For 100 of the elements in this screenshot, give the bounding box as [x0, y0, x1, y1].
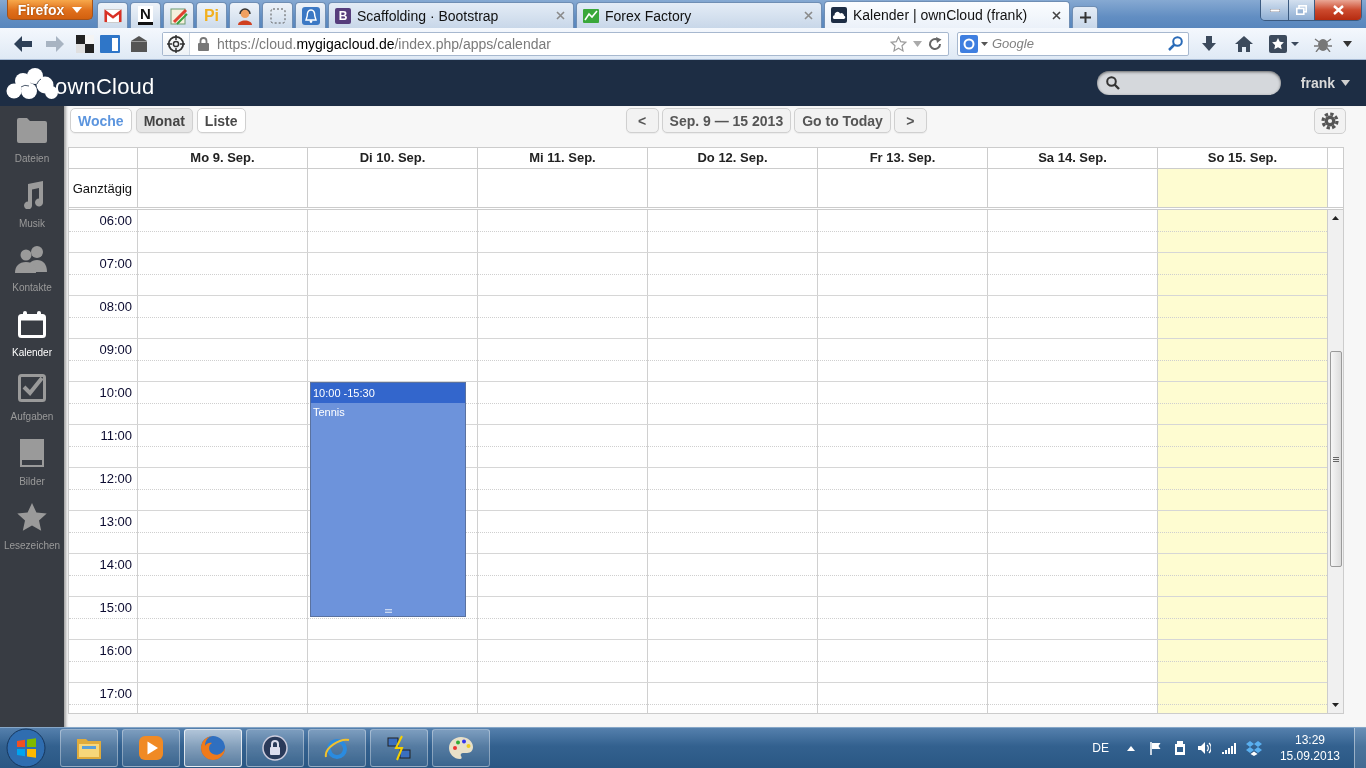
taskbar-button[interactable] [60, 729, 118, 767]
day-header: Do 12. Sep. [647, 148, 817, 168]
download-icon[interactable] [1201, 35, 1217, 52]
sidebar-item[interactable]: Kalender [0, 299, 64, 364]
grip-lines-icon [1332, 456, 1339, 462]
bookmarks-menu-icon[interactable] [1269, 34, 1299, 53]
new-tab-button[interactable] [1072, 6, 1098, 28]
day-header: Sa 14. Sep. [987, 148, 1157, 168]
clock-date[interactable]: 15.09.2013 [1279, 748, 1340, 764]
view-button[interactable]: Liste [196, 108, 246, 133]
minimize-icon [1269, 8, 1280, 12]
pinned-tab[interactable] [295, 2, 326, 28]
globe-icon [200, 735, 226, 761]
day-header: Fr 13. Sep. [817, 148, 987, 168]
restore-icon [1296, 5, 1307, 15]
time-label: 16:00 [99, 643, 132, 658]
time-label: 10:00 [99, 385, 132, 400]
url-field[interactable]: https://cloud.mygigacloud.de/index.php/apps/calendar [162, 31, 949, 56]
browser-tab[interactable]: Forex Factory [576, 2, 822, 28]
picture-icon [20, 438, 44, 467]
back-icon[interactable] [14, 35, 32, 52]
sidebar-item[interactable]: Bilder [0, 428, 64, 493]
close-button[interactable] [1314, 0, 1361, 20]
event-title: Tennis [312, 405, 346, 418]
sidebar-item[interactable]: Lesezeichen [0, 493, 64, 558]
go-to-today-button[interactable]: Go to Today [794, 108, 891, 133]
show-desktop-button[interactable] [1354, 728, 1366, 768]
cloud-icon [831, 7, 847, 23]
search-icon[interactable] [1168, 35, 1183, 51]
pinned-tab[interactable] [262, 2, 293, 28]
speaker-icon[interactable] [1197, 742, 1211, 754]
calendar-icon [18, 309, 46, 338]
resize-grip-icon[interactable] [385, 609, 392, 613]
palette-icon [448, 736, 474, 760]
folder-icon [17, 117, 47, 143]
clock-time[interactable]: 13:29 [1294, 732, 1325, 748]
taskbar-button[interactable] [246, 729, 304, 767]
time-label: 11:00 [100, 428, 132, 443]
cloud-logo-icon [6, 67, 58, 99]
pinned-tab[interactable] [163, 2, 194, 28]
lock-icon [198, 36, 209, 51]
event-time: 10:00 -15:30 [311, 383, 465, 403]
sidebar-item[interactable]: Musik [0, 170, 64, 235]
dropdown-icon[interactable] [1343, 40, 1352, 47]
scroll-down-arrow-icon[interactable] [1332, 703, 1339, 707]
start-orb-icon[interactable] [6, 728, 46, 768]
pinned-tab[interactable] [97, 2, 128, 28]
close-icon [1332, 5, 1344, 15]
date-range-button[interactable]: Sep. 9 — 15 2013 [661, 108, 792, 133]
scrollbar-thumb[interactable] [1329, 351, 1342, 567]
previous-week-button[interactable]: < [625, 108, 659, 133]
user-menu[interactable]: frank [1300, 75, 1350, 91]
day-header: Mo 9. Sep. [137, 148, 307, 168]
sidebar-item[interactable]: Kontakte [0, 235, 64, 300]
taskbar-button[interactable] [432, 729, 490, 767]
sidebar-item[interactable]: Aufgaben [0, 364, 64, 429]
view-button[interactable]: Monat [135, 108, 193, 133]
person-icon [235, 6, 254, 25]
folder-icon [76, 736, 102, 760]
close-icon[interactable] [1052, 10, 1061, 20]
taskbar-button[interactable] [184, 729, 242, 767]
flag-icon[interactable] [1149, 741, 1161, 755]
box-icon[interactable] [130, 34, 148, 53]
crosshair-icon[interactable] [167, 34, 185, 53]
taskbar-button[interactable] [122, 729, 180, 767]
search-field[interactable]: Google [957, 31, 1189, 56]
time-label: 17:00 [99, 686, 132, 701]
browser-tab[interactable]: B Scaffolding · Bootstrap [328, 2, 574, 28]
dropdown-icon[interactable] [981, 41, 988, 46]
signal-bars-icon[interactable] [1221, 742, 1236, 754]
settings-button[interactable] [1314, 108, 1346, 134]
window-icon[interactable] [100, 34, 120, 53]
scroll-up-arrow-icon[interactable] [1332, 216, 1339, 220]
sidebar-item[interactable]: Dateien [0, 106, 64, 171]
reload-icon[interactable] [928, 36, 942, 51]
taskbar-button[interactable] [370, 729, 428, 767]
home-icon[interactable] [1235, 35, 1253, 52]
time-label: 06:00 [99, 213, 132, 228]
padlock-icon [262, 735, 288, 761]
search-field[interactable] [1096, 71, 1281, 95]
network-icon [386, 735, 412, 761]
bell-icon [301, 6, 320, 25]
language-indicator[interactable]: DE [1092, 741, 1109, 755]
next-week-button[interactable]: > [893, 108, 927, 133]
all-day-label: Ganztägig [72, 180, 132, 196]
up-arrow-icon[interactable] [1126, 745, 1135, 751]
browser-tab[interactable]: Kalender | ownCloud (frank) [824, 1, 1070, 28]
dashed-square-icon [269, 7, 286, 24]
diamonds-icon[interactable] [1245, 740, 1262, 756]
time-label: 09:00 [99, 342, 132, 357]
mail-icon [103, 8, 122, 23]
pinned-tab[interactable]: N [130, 2, 161, 28]
time-label: 13:00 [99, 514, 132, 529]
bookmark-star-icon[interactable] [890, 35, 907, 52]
pinned-tab[interactable] [229, 2, 260, 28]
checker-square-icon[interactable] [76, 34, 94, 53]
restore-button[interactable] [1288, 0, 1314, 20]
calendar-event[interactable]: 10:00 -15:30 Tennis [310, 382, 466, 617]
device-icon[interactable] [1173, 741, 1186, 755]
time-label: 08:00 [99, 299, 132, 314]
